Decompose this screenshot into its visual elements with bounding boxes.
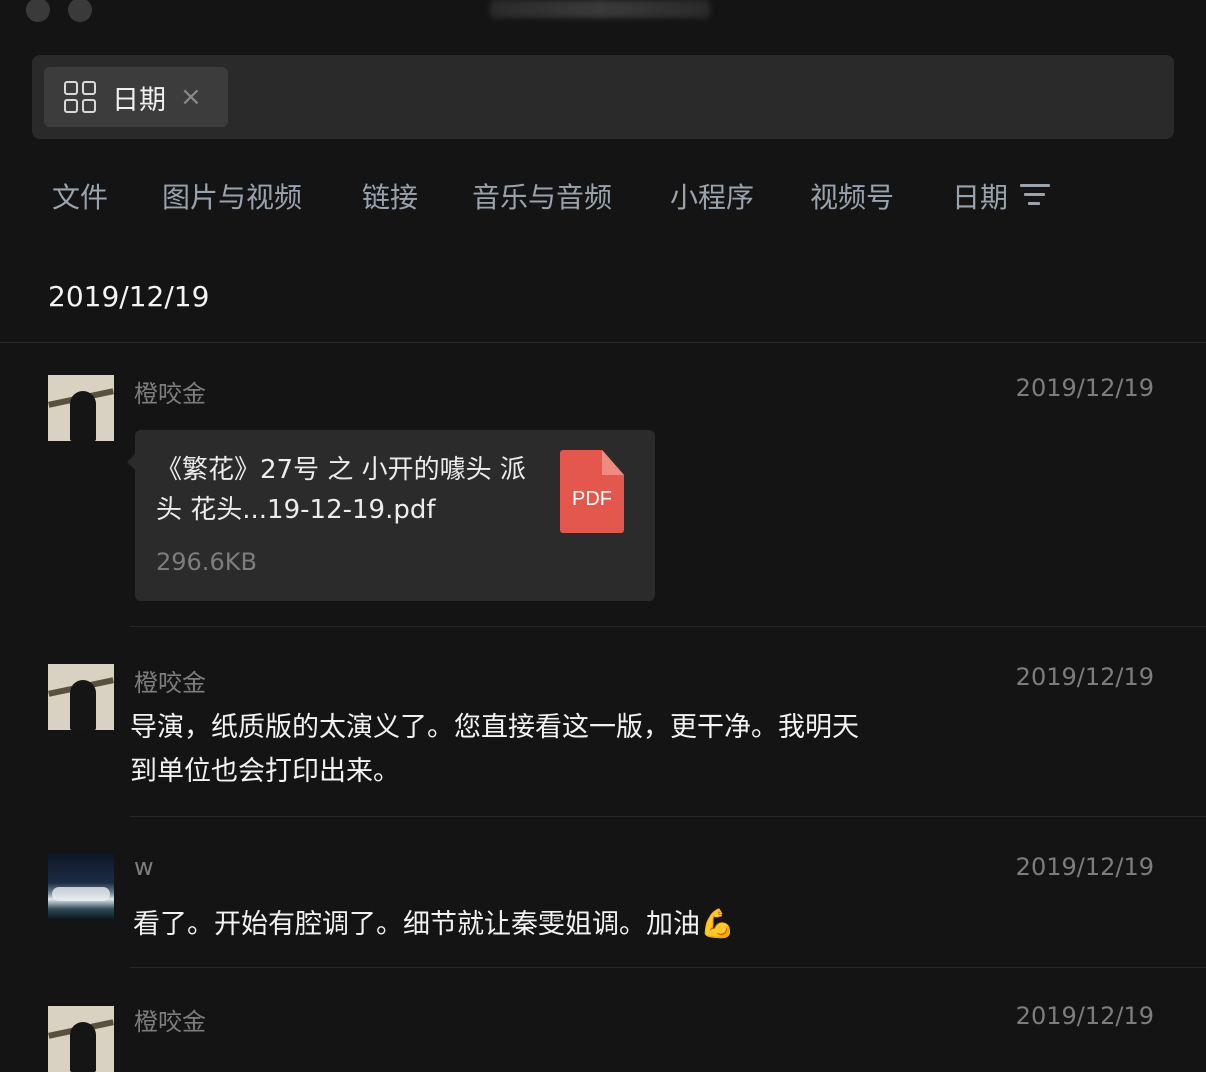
grid-icon — [64, 81, 96, 113]
tab-music-audio[interactable]: 音乐与音频 — [472, 176, 612, 216]
close-icon[interactable]: × — [180, 84, 202, 110]
message-text-body: 看了。开始有腔调了。细节就让秦雯姐调。加油 — [133, 909, 700, 940]
pdf-file-icon: PDF — [560, 450, 624, 533]
avatar[interactable] — [48, 853, 114, 919]
avatar[interactable] — [48, 1006, 114, 1072]
message-divider — [130, 626, 1206, 627]
tab-channels[interactable]: 视频号 — [810, 176, 894, 216]
tab-mini-programs[interactable]: 小程序 — [670, 176, 754, 216]
sender-name: 橙咬金 — [134, 380, 206, 408]
flexed-biceps-icon: 💪 — [700, 907, 735, 940]
sender-name: 橙咬金 — [134, 669, 206, 697]
date-group-header: 2019/12/19 — [48, 280, 210, 313]
tab-links[interactable]: 链接 — [362, 176, 418, 216]
message-divider — [130, 816, 1206, 817]
message-time: 2019/12/19 — [1015, 853, 1154, 881]
window-minimize-control[interactable] — [68, 0, 92, 22]
window-title — [490, 0, 710, 18]
message-divider — [130, 967, 1206, 968]
avatar[interactable] — [48, 375, 114, 441]
sender-name: 橙咬金 — [134, 1008, 206, 1036]
bubble-pointer — [127, 454, 135, 470]
window-titlebar — [0, 0, 1206, 28]
message-text-line: 导演，纸质版的太演义了。您直接看这一版，更干净。我明天 — [130, 712, 859, 743]
file-name: 《繁花》27号 之 小开的噱头 派头 花头...19-12-19.pdf — [156, 455, 526, 525]
message-text-line: 到单位也会打印出来。 — [130, 756, 400, 787]
message-text[interactable]: 导演，纸质版的太演义了。您直接看这一版，更干净。我明天 到单位也会打印出来。 — [130, 706, 859, 794]
filter-icon[interactable] — [1020, 184, 1050, 208]
tab-images-videos[interactable]: 图片与视频 — [162, 176, 302, 216]
tab-date[interactable]: 日期 — [952, 176, 1008, 216]
pdf-badge-label: PDF — [572, 488, 612, 510]
chip-label: 日期 — [112, 84, 166, 116]
sender-name: w — [134, 853, 154, 881]
file-size: 296.6KB — [156, 548, 257, 576]
message-time: 2019/12/19 — [1015, 374, 1154, 402]
message-time: 2019/12/19 — [1015, 663, 1154, 691]
file-attachment-card[interactable]: 《繁花》27号 之 小开的噱头 派头 花头...19-12-19.pdf 296… — [127, 430, 655, 601]
window-close-control[interactable] — [26, 0, 50, 22]
message-text[interactable]: 看了。开始有腔调了。细节就让秦雯姐调。加油💪 — [133, 902, 735, 947]
date-filter-chip[interactable]: 日期 × — [44, 67, 228, 127]
avatar[interactable] — [48, 664, 114, 730]
tab-files[interactable]: 文件 — [52, 176, 108, 216]
header-divider — [0, 342, 1206, 343]
